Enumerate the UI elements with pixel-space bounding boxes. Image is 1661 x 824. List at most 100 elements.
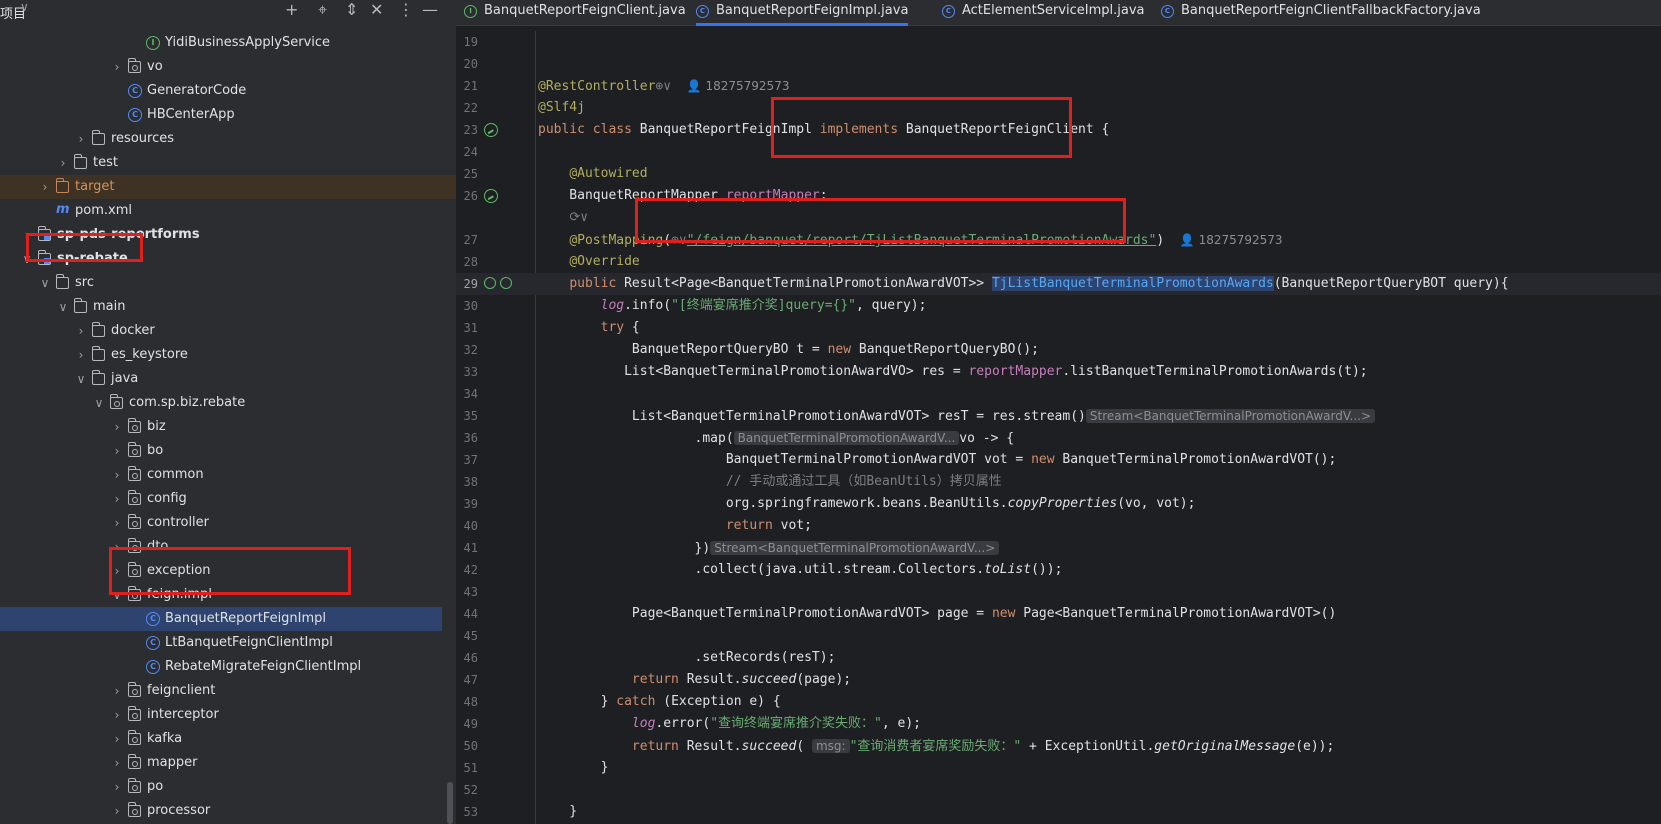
chevron-down-icon[interactable]: ∨: [56, 295, 70, 319]
tab-banquet-report-feign-client[interactable]: I BanquetReportFeignClient.java: [464, 0, 686, 26]
tree-item[interactable]: › exception: [0, 559, 456, 583]
spring-bean-icon[interactable]: [484, 189, 498, 203]
code-line[interactable]: 51 }: [456, 757, 1661, 779]
chevron-right-icon[interactable]: ›: [110, 679, 124, 703]
code-line[interactable]: 24: [456, 141, 1661, 163]
chevron-down-icon[interactable]: ∨: [38, 271, 52, 295]
code-line[interactable]: 26 BanquetReportMapper reportMapper;: [456, 185, 1661, 207]
chevron-right-icon[interactable]: ›: [74, 319, 88, 343]
chevron-right-icon[interactable]: ›: [110, 511, 124, 535]
chevron-right-icon[interactable]: ›: [110, 775, 124, 799]
tree-item[interactable]: › vo: [0, 55, 456, 79]
code-line[interactable]: 48 } catch (Exception e) {: [456, 691, 1661, 713]
code-line[interactable]: 31 try {: [456, 317, 1661, 339]
code-line[interactable]: 28 @Override: [456, 251, 1661, 273]
tree-item[interactable]: ∨ sp-rebate: [0, 247, 456, 271]
code-line[interactable]: 47 return Result.succeed(page);: [456, 669, 1661, 691]
tree-item[interactable]: › processor: [0, 799, 456, 823]
code-line[interactable]: 45: [456, 625, 1661, 647]
chevron-right-icon[interactable]: ›: [110, 487, 124, 511]
tree-item[interactable]: › sp-pds-reportforms: [0, 223, 456, 247]
code-line[interactable]: 44 Page<BanquetTerminalPromotionAwardVOT…: [456, 603, 1661, 625]
web-endpoint-icon[interactable]: [500, 277, 512, 289]
tree-item[interactable]: › dto: [0, 535, 456, 559]
tree-item[interactable]: › config: [0, 487, 456, 511]
code-area[interactable]: 19 20 21 @RestController⊕∨ 👤 18275792573 22 @…: [456, 31, 1661, 824]
chevron-down-icon[interactable]: ∨: [74, 367, 88, 391]
tree-item[interactable]: › po: [0, 775, 456, 799]
project-scrollbar[interactable]: [447, 782, 453, 824]
tree-item[interactable]: › es_keystore: [0, 343, 456, 367]
code-line[interactable]: 21 @RestController⊕∨ 👤 18275792573: [456, 75, 1661, 97]
code-line[interactable]: 25 @Autowired: [456, 163, 1661, 185]
chevron-down-icon[interactable]: ∨: [20, 0, 29, 14]
tree-item[interactable]: C RebateMigrateFeignClientImpl: [0, 655, 456, 679]
code-line[interactable]: ⟳∨: [456, 207, 1661, 229]
code-line[interactable]: 33 List<BanquetTerminalPromotionAwardVO>…: [456, 361, 1661, 383]
tree-item[interactable]: ∨ com.sp.biz.rebate: [0, 391, 456, 415]
hide-panel-icon[interactable]: —: [422, 1, 438, 19]
chevron-down-icon[interactable]: ∨: [110, 583, 124, 607]
code-line[interactable]: 43: [456, 581, 1661, 603]
code-line[interactable]: 30 log.info("[终端宴席推介奖]query={}", query);: [456, 295, 1661, 317]
chevron-right-icon[interactable]: ›: [110, 727, 124, 751]
code-line[interactable]: 50 return Result.succeed( msg: "查询消费者宴席奖励…: [456, 735, 1661, 757]
tree-item[interactable]: › bo: [0, 439, 456, 463]
tree-item[interactable]: › kafka: [0, 727, 456, 751]
tree-item[interactable]: I YidiBusinessApplyService: [0, 31, 456, 55]
tree-item[interactable]: ∨ main: [0, 295, 456, 319]
chevron-down-icon[interactable]: ∨: [20, 247, 34, 271]
code-line[interactable]: 49 log.error("查询终端宴席推介奖失败：", e);: [456, 713, 1661, 735]
tree-item[interactable]: ∨ feign.impl: [0, 583, 456, 607]
code-line[interactable]: 38 // 手动或通过工具（如BeanUtils）拷贝属性: [456, 471, 1661, 493]
implements-method-icon[interactable]: [484, 277, 496, 289]
chevron-right-icon[interactable]: ›: [110, 559, 124, 583]
code-line[interactable]: 39 org.springframework.beans.BeanUtils.c…: [456, 493, 1661, 515]
tree-item[interactable]: › mapper: [0, 751, 456, 775]
code-line[interactable]: 32 BanquetReportQueryBO t = new BanquetR…: [456, 339, 1661, 361]
tree-item[interactable]: ∨ java: [0, 367, 456, 391]
code-line[interactable]: 52: [456, 779, 1661, 801]
code-line[interactable]: 42 .collect(java.util.stream.Collectors.…: [456, 559, 1661, 581]
code-line[interactable]: 46 .setRecords(resT);: [456, 647, 1661, 669]
chevron-down-icon[interactable]: ∨: [92, 391, 106, 415]
code-line[interactable]: 34: [456, 383, 1661, 405]
tree-item[interactable]: › resources: [0, 127, 456, 151]
tree-item[interactable]: › controller: [0, 511, 456, 535]
chevron-right-icon[interactable]: ›: [110, 415, 124, 439]
expand-all-icon[interactable]: ⇕: [345, 1, 358, 19]
tree-item[interactable]: C LtBanquetFeignClientImpl: [0, 631, 456, 655]
code-line[interactable]: 53 }: [456, 801, 1661, 823]
tree-item[interactable]: C HBCenterApp: [0, 103, 456, 127]
code-line[interactable]: 19: [456, 31, 1661, 53]
new-file-icon[interactable]: +: [285, 1, 298, 19]
chevron-right-icon[interactable]: ›: [56, 151, 70, 175]
tree-item[interactable]: › feignclient: [0, 679, 456, 703]
tree-item[interactable]: › biz: [0, 415, 456, 439]
tree-item[interactable]: C BanquetReportFeignImpl: [0, 607, 442, 631]
chevron-right-icon[interactable]: ›: [110, 535, 124, 559]
tab-banquet-report-feign-impl[interactable]: C BanquetReportFeignImpl.java: [696, 0, 908, 26]
code-line[interactable]: 22 @Slf4j: [456, 97, 1661, 119]
tab-banquet-report-feign-client-fallback-factory[interactable]: C BanquetReportFeignClientFallbackFactor…: [1161, 0, 1481, 26]
tree-item[interactable]: › target: [0, 175, 456, 199]
chevron-right-icon[interactable]: ›: [110, 703, 124, 727]
tree-item[interactable]: › interceptor: [0, 703, 456, 727]
chevron-right-icon[interactable]: ›: [110, 751, 124, 775]
chevron-right-icon[interactable]: ›: [110, 463, 124, 487]
options-icon[interactable]: ⋮: [398, 1, 414, 19]
spring-bean-icon[interactable]: [484, 123, 498, 137]
code-line[interactable]: 41 }) Stream<BanquetTerminalPromotionAwar…: [456, 537, 1661, 559]
tree-item[interactable]: m pom.xml: [0, 199, 456, 223]
chevron-right-icon[interactable]: ›: [38, 175, 52, 199]
chevron-right-icon[interactable]: ›: [110, 799, 124, 823]
tree-item[interactable]: › test: [0, 151, 456, 175]
tree-item[interactable]: C GeneratorCode: [0, 79, 456, 103]
code-line[interactable]: 36 .map(BanquetTerminalPromotionAwardV..…: [456, 427, 1661, 449]
chevron-right-icon[interactable]: ›: [110, 439, 124, 463]
code-line[interactable]: 27 @PostMapping(⊕∨"/feign/banquet/report…: [456, 229, 1661, 251]
code-line[interactable]: 37 BanquetTerminalPromotionAwardVOT vot …: [456, 449, 1661, 471]
locate-icon[interactable]: ⌖: [318, 1, 327, 19]
chevron-right-icon[interactable]: ›: [74, 127, 88, 151]
tree-item[interactable]: › docker: [0, 319, 456, 343]
